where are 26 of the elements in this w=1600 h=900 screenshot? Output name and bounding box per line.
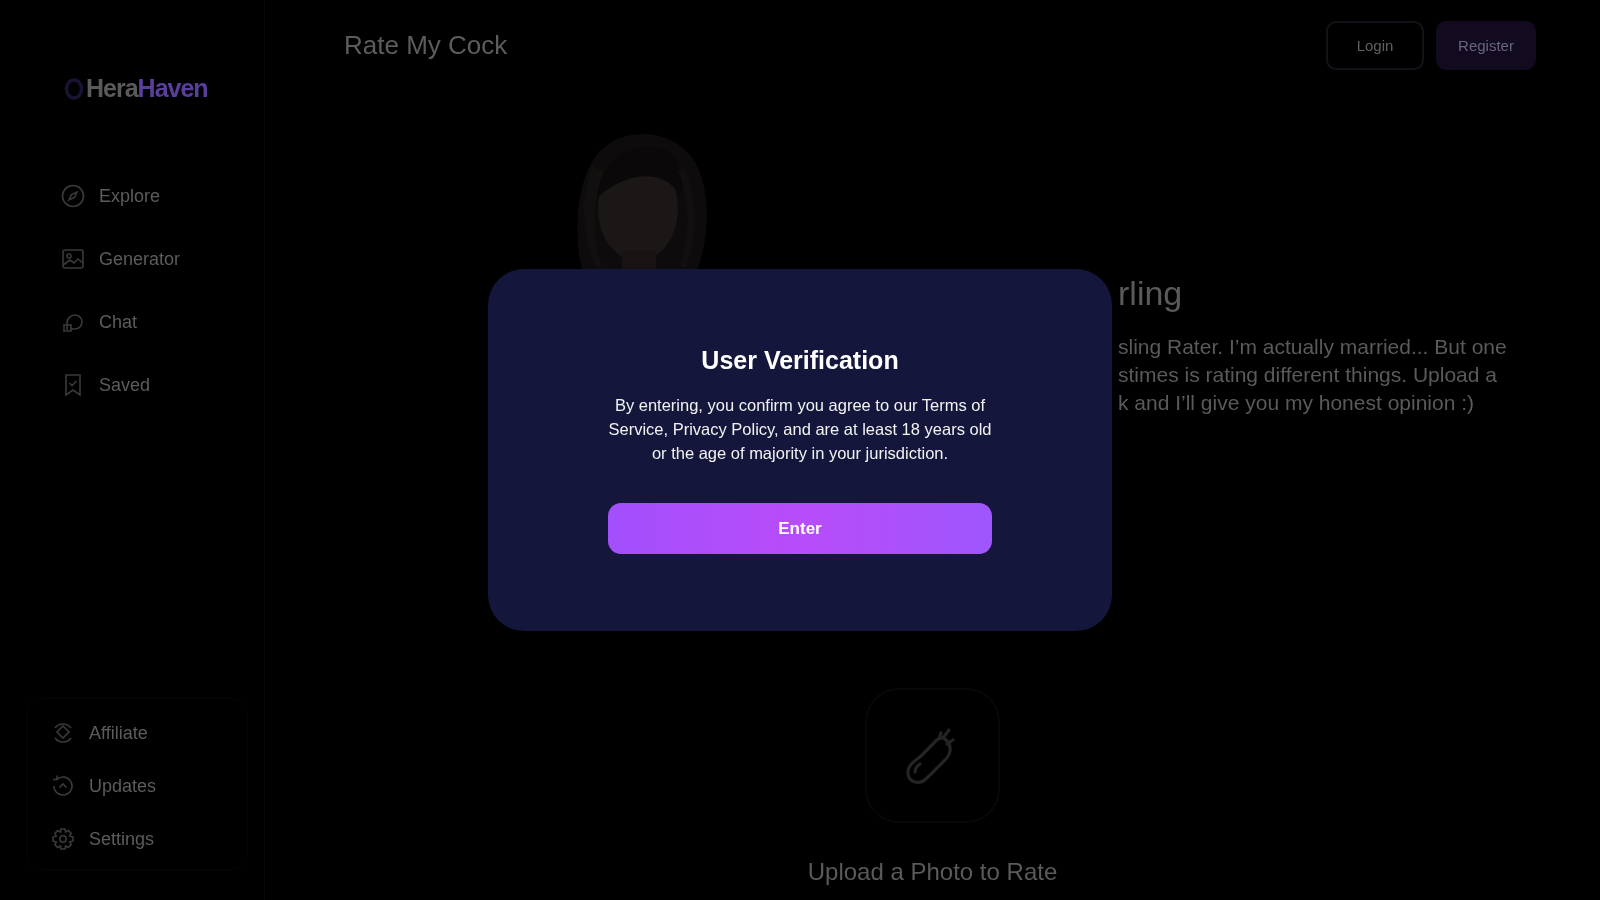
history-icon xyxy=(51,774,75,798)
logo-text[interactable]: HeraHaven xyxy=(86,74,208,103)
bio-text: stimes is rating different things. Upload a xyxy=(1118,362,1498,388)
page-title: Rate My Cock xyxy=(344,30,508,61)
login-button[interactable]: Login xyxy=(1326,21,1424,70)
compass-icon xyxy=(61,184,85,208)
nav-item[interactable]: Affiliate xyxy=(51,721,247,745)
register-button[interactable]: Register xyxy=(1436,21,1536,70)
dialog-title: User Verification xyxy=(701,346,899,375)
logo-icon xyxy=(64,77,84,100)
diamond-icon xyxy=(51,721,75,745)
nav-item[interactable]: Chat xyxy=(61,310,264,334)
nav-item[interactable]: Explore xyxy=(61,184,264,208)
nav-item[interactable]: Updates xyxy=(51,774,247,798)
enter-button[interactable]: Enter xyxy=(608,503,992,554)
nav-item[interactable]: Generator xyxy=(61,247,264,271)
nav-item[interactable]: Settings xyxy=(51,827,247,851)
upload-button[interactable] xyxy=(865,688,1000,823)
settings-icon xyxy=(51,827,75,851)
bio-text: sling Rater. I’m actually married... But one xyxy=(1118,334,1507,360)
image-icon xyxy=(61,247,85,271)
dialog-text: By entering, you confirm you agree to our Terms of Service, Privacy Policy, and are at least 18 years old or the age of majority in your jurisdiction. xyxy=(607,395,993,464)
nav-item[interactable]: Saved xyxy=(61,373,264,397)
profile-name: rling xyxy=(1118,273,1184,313)
bio-text: k and I’ll give you my honest opinion :) xyxy=(1118,390,1476,416)
upload-label: Upload a Photo to Rate xyxy=(807,858,1058,886)
